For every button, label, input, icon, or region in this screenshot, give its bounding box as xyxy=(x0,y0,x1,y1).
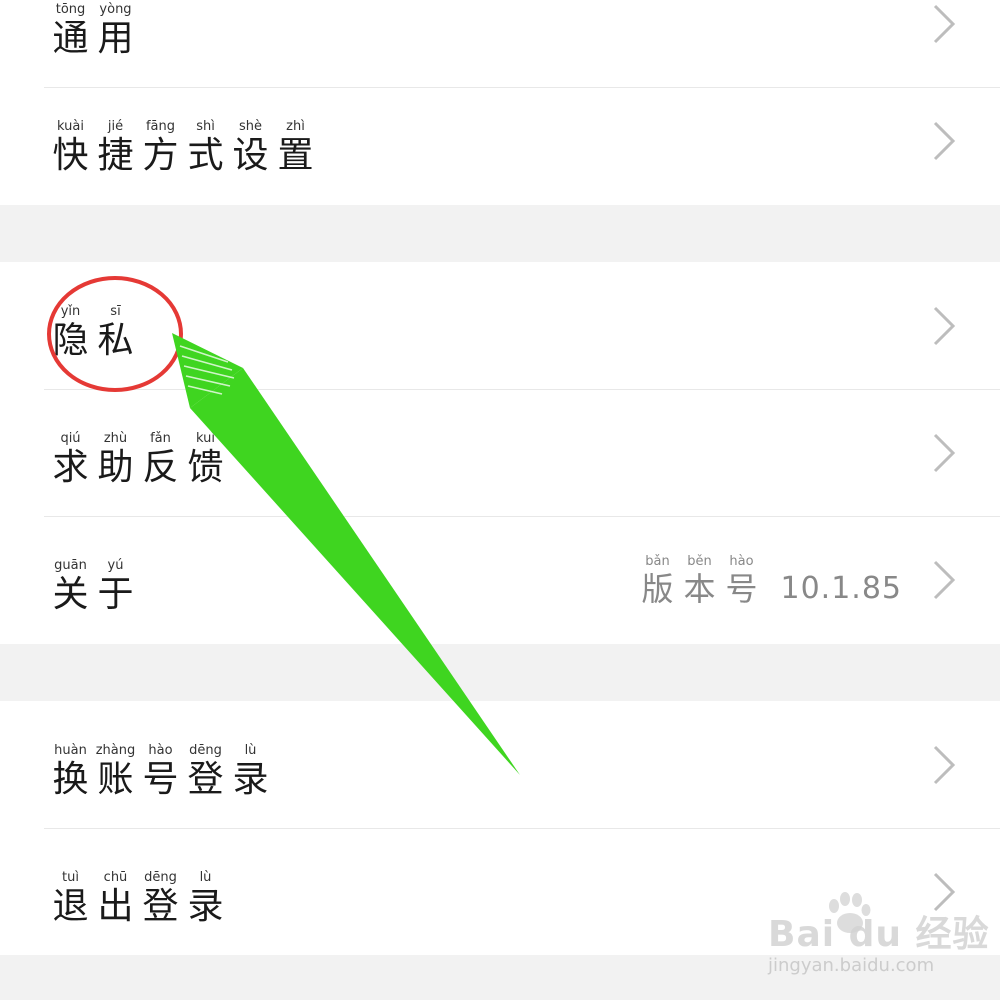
row-label: tuì 退 chū 出 dēng 登 lù 录 xyxy=(48,870,228,928)
settings-row-general[interactable]: tōng 通 yòng 用 xyxy=(0,0,1000,88)
watermark-url: jingyan.baidu.com xyxy=(768,955,935,976)
pinyin: tuì xyxy=(62,870,79,885)
chevron-right-icon xyxy=(933,560,956,600)
pinyin: lù xyxy=(244,743,257,758)
row-label: tōng 通 yòng 用 xyxy=(48,2,138,60)
hanzi: 置 xyxy=(277,135,314,176)
hanzi: 于 xyxy=(97,574,134,615)
hanzi: 馈 xyxy=(187,447,224,488)
hanzi: 号 xyxy=(142,759,179,800)
pinyin: huàn xyxy=(54,743,87,758)
pinyin: hào xyxy=(148,743,173,758)
hanzi: 用 xyxy=(97,18,134,59)
hanzi: 出 xyxy=(97,886,134,927)
hanzi: 快 xyxy=(52,135,89,176)
hanzi: 设 xyxy=(232,135,269,176)
pinyin: yú xyxy=(107,558,124,573)
pinyin: dēng xyxy=(144,870,177,885)
hanzi: 版 xyxy=(641,570,674,608)
pinyin: shì xyxy=(196,119,215,134)
pinyin: yǐn xyxy=(60,304,81,319)
hanzi: 账 xyxy=(97,759,134,800)
pinyin: qiú xyxy=(60,431,81,446)
hanzi: 录 xyxy=(232,759,269,800)
pinyin: dēng xyxy=(189,743,222,758)
row-label: qiú 求 zhù 助 fǎn 反 kuì 馈 xyxy=(48,431,228,489)
pinyin: yòng xyxy=(99,2,132,17)
settings-row-switch-account[interactable]: huàn 换 zhàng 账 hào 号 dēng 登 lù 录 xyxy=(0,701,1000,829)
settings-group-general: tōng 通 yòng 用 kuài 快 jié 捷 fāng 方 shì 式 shè 设 z… xyxy=(0,0,1000,205)
hanzi: 助 xyxy=(97,447,134,488)
pinyin: kuài xyxy=(57,119,84,134)
settings-group-support: yǐn 隐 sī 私 qiú 求 zhù 助 fǎn 反 kuì 馈 guān 关 yú 于 b… xyxy=(0,262,1000,644)
version-info: bǎn 版 běn 本 hào 号 10.1.85 xyxy=(636,554,902,608)
hanzi: 捷 xyxy=(97,135,134,176)
chevron-right-icon xyxy=(933,4,956,44)
hanzi: 关 xyxy=(52,574,89,615)
pinyin: guān xyxy=(54,558,87,573)
hanzi: 通 xyxy=(52,18,89,59)
hanzi: 本 xyxy=(683,570,716,608)
pinyin: kuì xyxy=(196,431,215,446)
hanzi: 方 xyxy=(142,135,179,176)
pinyin: zhù xyxy=(103,431,128,446)
row-label: guān 关 yú 于 xyxy=(48,558,138,616)
pinyin: lù xyxy=(199,870,212,885)
pinyin: chū xyxy=(103,870,128,885)
version-number: 10.1.85 xyxy=(780,571,902,606)
hanzi: 隐 xyxy=(52,320,89,361)
hanzi: 登 xyxy=(142,886,179,927)
pinyin: zhì xyxy=(286,119,305,134)
settings-row-shortcut-settings[interactable]: kuài 快 jié 捷 fāng 方 shì 式 shè 设 zhì 置 xyxy=(0,77,1000,205)
settings-row-about[interactable]: guān 关 yú 于 bǎn 版 běn 本 hào 号 10.1.85 xyxy=(0,516,1000,644)
pinyin: zhàng xyxy=(95,743,136,758)
hanzi: 录 xyxy=(187,886,224,927)
hanzi: 反 xyxy=(142,447,179,488)
hanzi: 换 xyxy=(52,759,89,800)
watermark-brand: Bai du 经验 xyxy=(768,914,990,955)
row-label: kuài 快 jié 捷 fāng 方 shì 式 shè 设 zhì 置 xyxy=(48,119,318,177)
settings-row-privacy[interactable]: yǐn 隐 sī 私 xyxy=(0,262,1000,390)
chevron-right-icon xyxy=(933,121,956,161)
hanzi: 退 xyxy=(52,886,89,927)
pinyin: sī xyxy=(110,304,121,319)
pinyin: shè xyxy=(238,119,262,134)
hanzi: 求 xyxy=(52,447,89,488)
hanzi: 号 xyxy=(725,570,758,608)
pinyin: fāng xyxy=(145,119,176,134)
pinyin: fǎn xyxy=(150,431,171,446)
chevron-right-icon xyxy=(933,306,956,346)
settings-row-help-feedback[interactable]: qiú 求 zhù 助 fǎn 反 kuì 馈 xyxy=(0,389,1000,517)
pinyin: běn xyxy=(687,554,712,569)
settings-screen: tōng 通 yòng 用 kuài 快 jié 捷 fāng 方 shì 式 shè 设 z… xyxy=(0,0,1000,1000)
row-label: huàn 换 zhàng 账 hào 号 dēng 登 lù 录 xyxy=(48,743,273,801)
chevron-right-icon xyxy=(933,433,956,473)
row-label: yǐn 隐 sī 私 xyxy=(48,304,138,362)
chevron-right-icon xyxy=(933,745,956,785)
pinyin: tōng xyxy=(55,2,86,17)
pinyin: hào xyxy=(729,554,754,569)
hanzi: 式 xyxy=(187,135,224,176)
pinyin: bǎn xyxy=(645,554,670,569)
pinyin: jié xyxy=(107,119,124,134)
hanzi: 私 xyxy=(97,320,134,361)
hanzi: 登 xyxy=(187,759,224,800)
